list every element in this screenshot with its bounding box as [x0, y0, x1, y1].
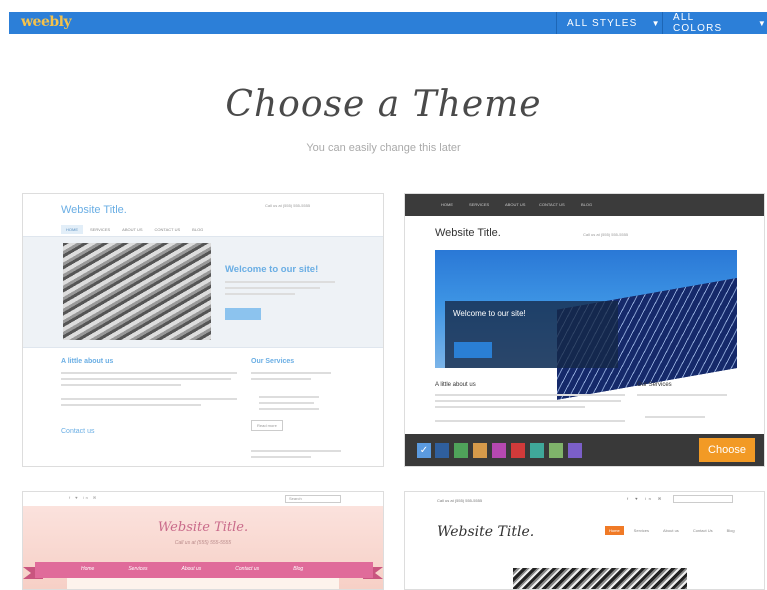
nav-item: Home [605, 526, 624, 535]
call-us-text: Call us at (555) 555-5555 [174, 540, 232, 546]
more-info-button [454, 342, 492, 358]
text-line [435, 420, 625, 422]
site-title: Website Title. [435, 227, 501, 239]
nav-item: SERVICES [469, 202, 490, 207]
nav-item: SERVICES [90, 227, 111, 232]
color-swatch[interactable] [568, 443, 582, 458]
text-line [61, 404, 201, 406]
chevron-down-icon: ▼ [651, 18, 661, 28]
nav-item: Home [81, 566, 95, 572]
social-icons: f ♥ in ✉ [627, 496, 665, 501]
text-line [61, 384, 181, 386]
selected-swatch-check-icon[interactable]: ✓ [417, 443, 431, 458]
site-title: Website Title. [61, 204, 127, 216]
nav-item: About us [181, 566, 202, 572]
color-swatch[interactable] [454, 443, 468, 458]
theme-nav: HOME SERVICES ABOUT US CONTACT US BLOG [61, 225, 208, 234]
nav-item: BLOG [581, 202, 593, 207]
welcome-heading: Welcome to our site! [453, 309, 526, 318]
contact-heading: Contact us [61, 428, 95, 435]
content-area [67, 578, 339, 589]
nav-item: Contact us [235, 566, 260, 572]
theme-nav: Home Services About us Contact us Blog [81, 566, 303, 572]
text-line [225, 281, 335, 283]
all-colors-dropdown[interactable]: ALL COLORS ▼ [662, 12, 767, 34]
theme-card-1[interactable]: Website Title. Call us at (555) 555-5555… [22, 193, 384, 467]
color-swatch[interactable] [435, 443, 449, 458]
nav-item: HOME [61, 225, 83, 234]
nav-item: Contact Us [692, 528, 713, 533]
theme-card-4[interactable]: Call us at (555) 555-5555 f ♥ in ✉ Websi… [404, 491, 765, 590]
section-heading: Our Services [251, 358, 295, 365]
hero-image [513, 568, 687, 589]
nav-item: Blog [726, 528, 735, 533]
text-line [225, 287, 320, 289]
all-styles-label: ALL STYLES [567, 17, 638, 29]
all-colors-label: ALL COLORS [673, 12, 723, 34]
text-line [435, 400, 621, 402]
theme-card-3[interactable]: f ♥ in ✉ Search Website Title. Call us a… [22, 491, 384, 590]
nav-item: CONTACT US [539, 202, 565, 207]
section-heading: Our Services [637, 382, 672, 388]
text-line [61, 372, 237, 374]
text-line [251, 378, 311, 380]
social-icons: f ♥ in ✉ [69, 495, 99, 500]
search-field: Search [285, 495, 341, 503]
text-line [61, 398, 237, 400]
nav-item: BLOG [192, 227, 204, 232]
theme-card-2[interactable]: HOME SERVICES ABOUT US CONTACT US BLOG W… [404, 193, 765, 467]
color-swatch[interactable] [473, 443, 487, 458]
text-line [637, 394, 727, 396]
site-title: Website Title. [157, 520, 249, 535]
text-line [259, 402, 314, 404]
text-line [225, 293, 295, 295]
color-swatch[interactable] [511, 443, 525, 458]
text-line [435, 394, 625, 396]
text-line [259, 396, 319, 398]
nav-item: ABOUT US [505, 202, 526, 207]
nav-item: ABOUT US [122, 227, 143, 232]
nav-item: HOME [441, 202, 453, 207]
all-styles-dropdown[interactable]: ALL STYLES ▼ [556, 12, 662, 34]
read-more-button [225, 308, 261, 320]
page-subtitle: You can easily change this later [306, 142, 461, 154]
hero-section: Welcome to our site! [23, 236, 383, 348]
text-line [251, 456, 311, 458]
text-line [259, 408, 319, 410]
site-title: Website Title. [437, 524, 535, 540]
page-title: Choose a Theme [225, 84, 542, 125]
phone-text: Call us at (555) 555-5555 [583, 232, 629, 237]
read-more-label: Read more [251, 420, 283, 431]
text-line [435, 406, 585, 408]
nav-item: CONTACT US [154, 227, 181, 232]
top-bar: weebly ALL STYLES ▼ ALL COLORS ▼ [9, 12, 767, 34]
phone-text: Call us at (555) 555-5555 [265, 203, 311, 208]
nav-item: About us [663, 528, 679, 533]
hero-image [63, 243, 211, 340]
theme-nav: HOME SERVICES ABOUT US CONTACT US BLOG [405, 194, 764, 216]
weebly-logo[interactable]: weebly [21, 14, 72, 30]
text-line [645, 416, 705, 418]
welcome-heading: Welcome to our site! [225, 264, 319, 275]
color-swatch[interactable] [530, 443, 544, 458]
chevron-down-icon: ▼ [757, 18, 767, 28]
text-line [61, 378, 231, 380]
call-us-text: Call us at (555) 555-5555 [437, 498, 483, 503]
nav-item: Services [633, 528, 650, 533]
search-field [673, 495, 733, 503]
color-swatch[interactable] [549, 443, 563, 458]
text-line [251, 372, 331, 374]
nav-item: Services [128, 566, 148, 572]
nav-item: Blog [293, 566, 304, 572]
text-line [251, 450, 341, 452]
theme-nav: Home Services About us Contact Us Blog [605, 526, 739, 535]
section-heading: A little about us [61, 358, 114, 365]
color-swatch[interactable] [492, 443, 506, 458]
section-heading: A little about us [435, 382, 476, 388]
choose-button[interactable]: Choose [699, 438, 755, 462]
